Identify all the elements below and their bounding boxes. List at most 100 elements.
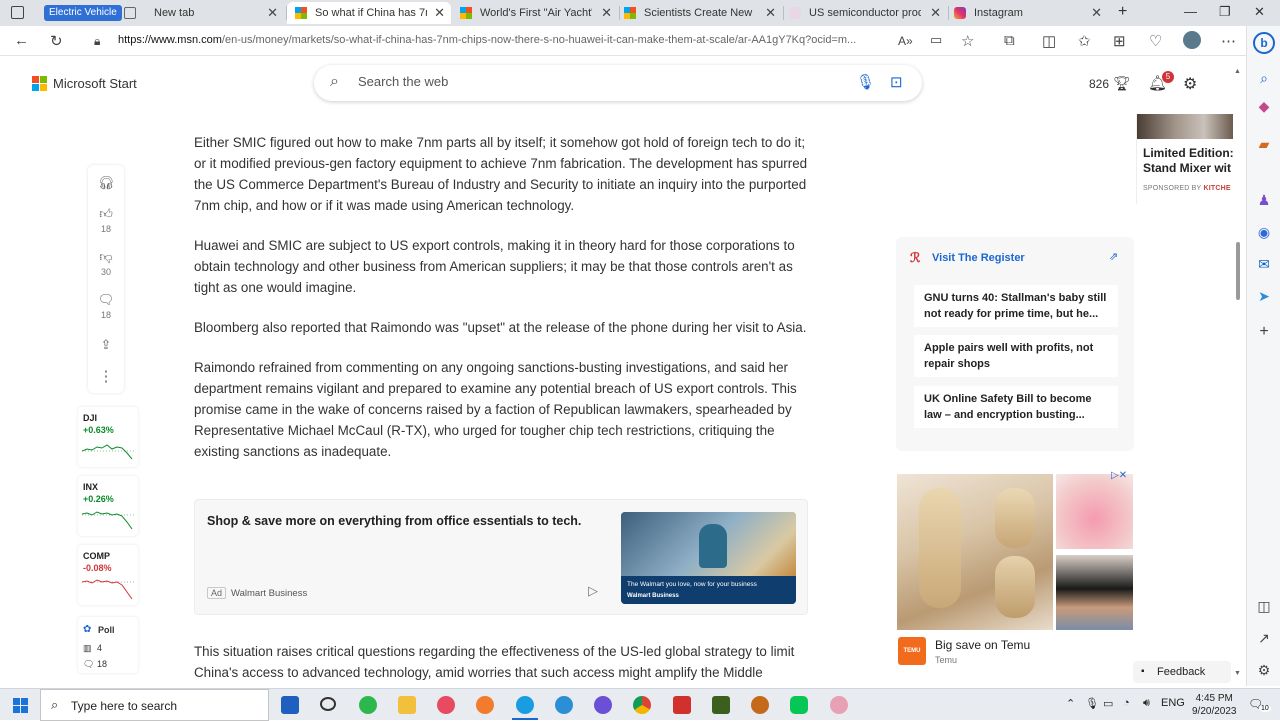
chrome-icon[interactable]	[633, 696, 651, 714]
microsoft-365-icon[interactable]: ◉	[1256, 224, 1272, 240]
tab-instagram[interactable]: Instagram ✕	[952, 2, 1108, 24]
more-vertical-icon[interactable]: ⋮	[88, 367, 124, 385]
address-bar[interactable]: https://www.msn.com/en-us/money/markets/…	[118, 34, 888, 46]
scroll-up-icon[interactable]: ▲	[1234, 68, 1241, 75]
microsoft-start-logo[interactable]: Microsoft Start	[32, 76, 137, 91]
favorite-star-icon[interactable]: ☆	[961, 32, 974, 50]
tools-icon[interactable]: ▰	[1256, 136, 1272, 152]
drop-icon[interactable]: ➤	[1256, 288, 1272, 304]
shopping-icon[interactable]: ◆	[1256, 98, 1272, 114]
wechat-icon[interactable]	[359, 696, 377, 714]
new-tab-button[interactable]: +	[1118, 3, 1127, 21]
collections-icon[interactable]: ⊞	[1113, 32, 1126, 50]
feedback-button[interactable]: ▪ Feedback	[1133, 661, 1231, 683]
ticker-inx[interactable]: INX +0.26%	[78, 476, 138, 536]
register-item[interactable]: Apple pairs well with profits, not repai…	[914, 335, 1118, 377]
app-icon[interactable]	[555, 696, 573, 714]
page-scrollbar[interactable]: ▲ ▼	[1233, 66, 1243, 682]
close-window-button[interactable]: ✕	[1254, 4, 1265, 20]
refresh-icon[interactable]: ↻	[50, 32, 63, 50]
register-item[interactable]: UK Online Safety Bill to become law – an…	[914, 386, 1118, 428]
app-icon[interactable]	[712, 696, 730, 714]
close-icon[interactable]: ✕	[267, 5, 278, 21]
tab-us-semiconductor[interactable]: US semiconductor produc… ✕	[787, 2, 947, 24]
sidebar-layout-icon[interactable]: ◫	[1256, 598, 1272, 614]
search-icon[interactable]: ⌕	[1256, 70, 1272, 86]
app-icon[interactable]	[751, 696, 769, 714]
tab-new-tab[interactable]: New tab ✕	[124, 2, 284, 24]
browser-essentials-icon[interactable]: ♡	[1149, 32, 1162, 50]
language-indicator[interactable]: ENG	[1161, 697, 1185, 709]
close-icon[interactable]: ✕	[930, 5, 941, 21]
minimize-button[interactable]: —	[1184, 4, 1197, 19]
profile-avatar[interactable]	[1183, 31, 1201, 49]
listen-headphones-icon[interactable]: 🎧︎	[88, 175, 124, 191]
external-link-icon[interactable]: ⇗	[1109, 250, 1118, 263]
firefox-icon[interactable]	[476, 696, 494, 714]
ticker-comp[interactable]: COMP -0.08%	[78, 545, 138, 605]
read-aloud-icon[interactable]: A»	[898, 34, 913, 48]
clock[interactable]: 4:45 PM 9/20/2023	[1192, 692, 1237, 718]
close-icon[interactable]: ✕	[765, 5, 776, 21]
register-item[interactable]: GNU turns 40: Stallman's baby still not …	[914, 285, 1118, 327]
back-icon[interactable]: ←	[14, 32, 29, 49]
bing-chat-icon[interactable]: b	[1253, 32, 1275, 54]
open-external-icon[interactable]: ↗	[1256, 630, 1272, 646]
ad-choices-icon[interactable]: ▷✕	[1111, 470, 1127, 481]
taskbar-search[interactable]: ⌕ Type here to search	[40, 689, 269, 721]
register-title-link[interactable]: Visit The Register	[932, 252, 1025, 264]
app-icon[interactable]	[594, 696, 612, 714]
scrollbar-thumb[interactable]	[1236, 242, 1240, 300]
dislike-button[interactable]: 👎︎ 30	[88, 249, 124, 277]
volume-icon[interactable]: 🔊︎	[1143, 697, 1150, 710]
close-icon[interactable]: ✕	[601, 5, 612, 21]
tab-china-7nm[interactable]: So what if China has 7nm chips… ✕	[287, 2, 451, 24]
scroll-down-icon[interactable]: ▼	[1234, 670, 1241, 677]
microphone-tray-icon[interactable]: 🎙︎	[1085, 697, 1099, 710]
like-button[interactable]: 👍︎ 18	[88, 206, 124, 234]
comments-button[interactable]: 🗨︎ 18	[88, 292, 124, 320]
rewards-points[interactable]: 826	[1089, 77, 1109, 91]
close-icon[interactable]: ✕	[434, 5, 445, 21]
windows-start-icon[interactable]	[13, 698, 28, 713]
acrobat-icon[interactable]	[673, 696, 691, 714]
tab-actions-icon[interactable]	[11, 6, 24, 19]
settings-icon[interactable]: ⚙	[1256, 662, 1272, 678]
rewards-trophy-icon[interactable]: 🏆︎	[1113, 75, 1131, 92]
restore-button[interactable]: ❐	[1219, 4, 1231, 20]
more-options-icon[interactable]: ⋯	[1221, 32, 1236, 50]
stand-mixer-ad[interactable]: Limited Edition: Stand Mixer wit SPONSOR…	[1136, 114, 1234, 204]
lock-icon[interactable]: 🔒︎	[94, 34, 100, 49]
tab-group-label[interactable]: Electric Vehicle	[44, 5, 122, 21]
games-icon[interactable]: ♟	[1256, 192, 1272, 208]
visual-search-icon[interactable]: ⊡	[890, 73, 903, 91]
edge-icon[interactable]	[516, 696, 534, 714]
tab-scientists[interactable]: Scientists Create New Mag… ✕	[622, 2, 782, 24]
microphone-icon[interactable]: 🎙︎	[856, 73, 875, 91]
ad-choices-icon[interactable]: ▷	[588, 583, 598, 599]
immersive-reader-icon[interactable]: ▭	[930, 32, 942, 48]
network-icon[interactable]: ▭	[1103, 697, 1113, 710]
favorites-icon[interactable]: ✩	[1078, 32, 1091, 50]
chat-icon[interactable]	[320, 697, 336, 711]
search-box[interactable]: ⌕ 🎙︎ ⊡	[314, 65, 922, 101]
share-icon[interactable]: ⇪	[88, 337, 124, 353]
search-input[interactable]	[358, 74, 838, 89]
extensions-icon[interactable]: ⧉	[1004, 32, 1015, 49]
add-sidebar-app-icon[interactable]: +	[1256, 324, 1272, 340]
tab-air-yacht[interactable]: World's First "Air Yacht" Wi… ✕	[456, 2, 618, 24]
ticker-dji[interactable]: DJI +0.63%	[78, 407, 138, 467]
wifi-icon[interactable]: ◔	[1123, 697, 1130, 709]
line-icon[interactable]	[790, 696, 808, 714]
poll-widget[interactable]: ✿ Poll ▥ 4 🗨︎ 18	[78, 617, 138, 673]
split-screen-icon[interactable]: ◫	[1042, 32, 1056, 50]
temu-ad[interactable]: ▷✕ TEMU Big save on Temu Temu	[897, 470, 1134, 672]
show-hidden-icons[interactable]: ⌃	[1066, 697, 1075, 710]
app-icon[interactable]	[830, 696, 848, 714]
outlook-icon[interactable]: ✉	[1256, 256, 1272, 272]
camera-app-icon[interactable]	[437, 696, 455, 714]
walmart-business-ad[interactable]: Shop & save more on everything from offi…	[194, 499, 808, 615]
task-view-icon[interactable]	[281, 696, 299, 714]
settings-gear-icon[interactable]: ⚙	[1183, 74, 1197, 94]
close-icon[interactable]: ✕	[1091, 5, 1102, 21]
